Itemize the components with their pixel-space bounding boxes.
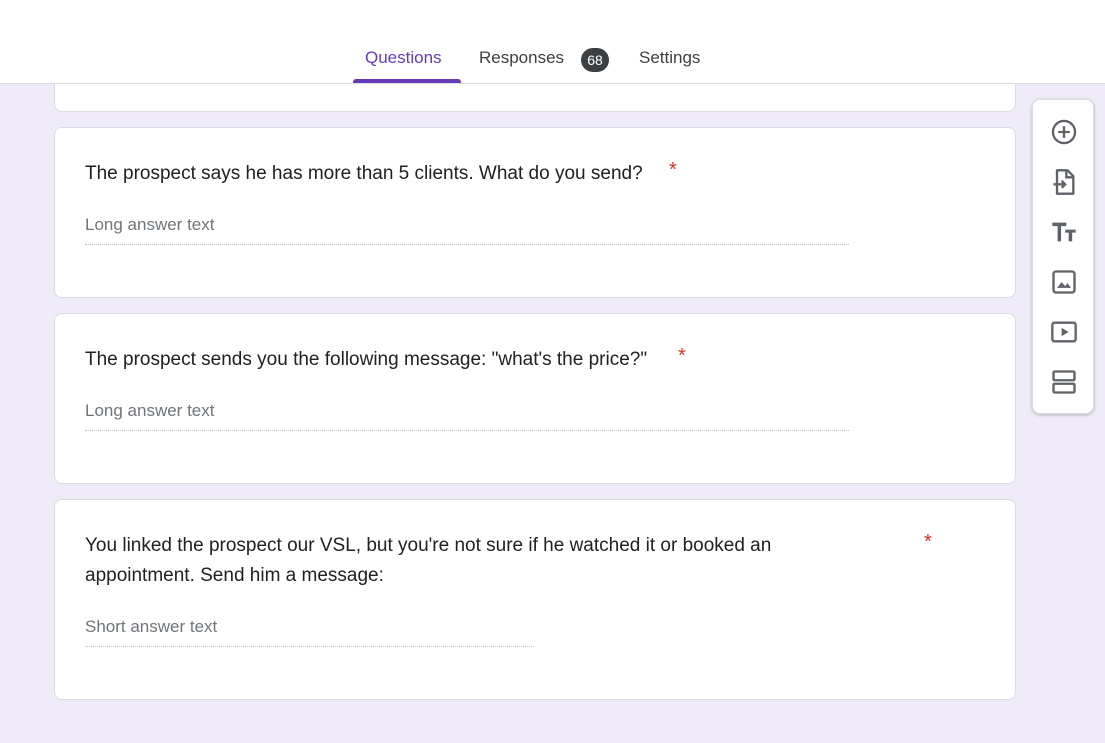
add-section-button[interactable] [1046, 364, 1082, 400]
title-text-icon [1052, 222, 1076, 242]
responses-count-badge: 68 [581, 48, 609, 72]
add-title-button[interactable] [1046, 214, 1082, 250]
add-circle-icon [1051, 119, 1077, 145]
import-questions-button[interactable] [1046, 164, 1082, 200]
required-asterisk: * [924, 531, 932, 553]
tab-questions[interactable]: Questions [365, 48, 442, 74]
question-card[interactable]: You linked the prospect our VSL, but you… [54, 499, 1016, 700]
add-image-button[interactable] [1046, 264, 1082, 300]
long-answer-field: Long answer text [85, 401, 849, 431]
question-title-line-2[interactable]: appointment. Send him a message: [85, 561, 384, 591]
add-video-button[interactable] [1046, 314, 1082, 350]
question-card[interactable]: The prospect says he has more than 5 cli… [54, 127, 1016, 298]
image-icon [1052, 270, 1076, 294]
tab-responses[interactable]: Responses [479, 48, 564, 74]
short-answer-field: Short answer text [85, 617, 534, 647]
required-asterisk: * [669, 159, 677, 181]
add-question-button[interactable] [1046, 114, 1082, 150]
question-title[interactable]: The prospect says he has more than 5 cli… [85, 159, 643, 189]
question-title[interactable]: The prospect sends you the following mes… [85, 345, 647, 375]
video-icon [1051, 321, 1077, 343]
long-answer-field: Long answer text [85, 215, 849, 245]
tab-settings[interactable]: Settings [639, 48, 700, 74]
required-asterisk: * [678, 345, 686, 367]
section-icon [1052, 370, 1076, 394]
question-toolbar [1032, 99, 1094, 414]
import-questions-icon [1053, 169, 1075, 195]
active-tab-indicator [353, 79, 461, 83]
question-title-line-1[interactable]: You linked the prospect our VSL, but you… [85, 531, 771, 561]
question-card[interactable]: The prospect sends you the following mes… [54, 313, 1016, 484]
form-editor-header: Questions Responses 68 Settings [0, 0, 1105, 84]
